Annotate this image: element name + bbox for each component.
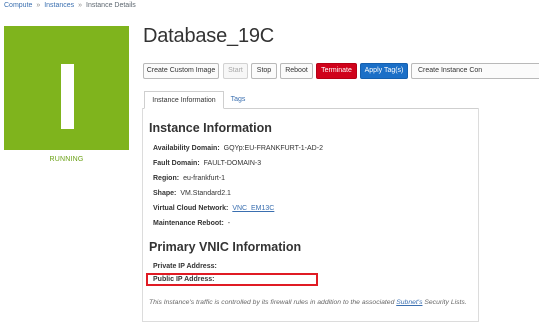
create-custom-image-button[interactable]: Create Custom Image (143, 63, 219, 79)
create-instance-config-button[interactable]: Create Instance Con (411, 63, 539, 79)
start-button[interactable]: Start (223, 63, 248, 79)
virtual-cloud-network-link[interactable]: VNC_EM13C (232, 205, 274, 212)
page-title: Database_19C (143, 25, 275, 47)
firewall-note-tail: Security Lists. (422, 299, 467, 306)
private-ip-field: Private IP Address: (153, 263, 221, 270)
shape-label: Shape: (153, 190, 177, 197)
maintenance-reboot-value: - (227, 220, 231, 227)
shape-value: VM.Standard2.1 (180, 190, 231, 197)
maintenance-reboot-label: Maintenance Reboot: (153, 220, 224, 227)
reboot-button[interactable]: Reboot (280, 63, 313, 79)
firewall-note-text: This Instance's traffic is controlled by… (149, 299, 397, 306)
availability-domain-value: GQYp:EU-FRANKFURT-1-AD-2 (223, 145, 323, 152)
fault-domain-value: FAULT-DOMAIN-3 (203, 160, 262, 167)
instance-icon (4, 26, 129, 150)
availability-domain-field: Availability Domain: GQYp:EU-FRANKFURT-1-… (153, 145, 323, 152)
stop-button[interactable]: Stop (251, 63, 277, 79)
maintenance-reboot-field: Maintenance Reboot: - (153, 220, 230, 227)
public-ip-highlight-box (146, 273, 318, 286)
instance-information-heading: Instance Information (149, 121, 272, 135)
region-label: Region: (153, 175, 180, 182)
primary-vnic-heading: Primary VNIC Information (149, 240, 302, 254)
firewall-note: This Instance's traffic is controlled by… (149, 299, 467, 306)
shape-field: Shape: VM.Standard2.1 (153, 190, 231, 197)
breadcrumb-separator: » (78, 2, 83, 9)
instance-state: RUNNING (49, 156, 84, 163)
fault-domain-field: Fault Domain: FAULT-DOMAIN-3 (153, 160, 261, 167)
tab-instance-information[interactable]: Instance Information (144, 91, 224, 109)
details-panel (142, 108, 479, 322)
terminate-button[interactable]: Terminate (316, 63, 357, 79)
action-bar: Create Custom Image Start Stop Reboot Te… (142, 63, 539, 79)
breadcrumb-compute[interactable]: Compute (4, 2, 32, 9)
apply-tags-button[interactable]: Apply Tag(s) (360, 63, 408, 79)
tab-bar: Instance Information Tags (142, 91, 479, 109)
fault-domain-label: Fault Domain: (153, 160, 200, 167)
breadcrumb-current: Instance Details (86, 2, 136, 9)
subnet-link[interactable]: Subnet's (396, 299, 422, 306)
virtual-cloud-network-field: Virtual Cloud Network: VNC_EM13C (153, 205, 274, 212)
breadcrumb-instances[interactable]: Instances (44, 2, 74, 9)
region-value: eu-frankfurt-1 (183, 175, 226, 182)
instance-glyph (61, 64, 74, 129)
tab-tags[interactable]: Tags (226, 91, 250, 108)
private-ip-label: Private IP Address: (153, 263, 217, 270)
region-field: Region: eu-frankfurt-1 (153, 175, 225, 182)
virtual-cloud-network-label: Virtual Cloud Network: (153, 205, 229, 212)
breadcrumb-separator: » (36, 2, 41, 9)
availability-domain-label: Availability Domain: (153, 145, 220, 152)
breadcrumb: Compute » Instances » Instance Details (4, 2, 136, 9)
